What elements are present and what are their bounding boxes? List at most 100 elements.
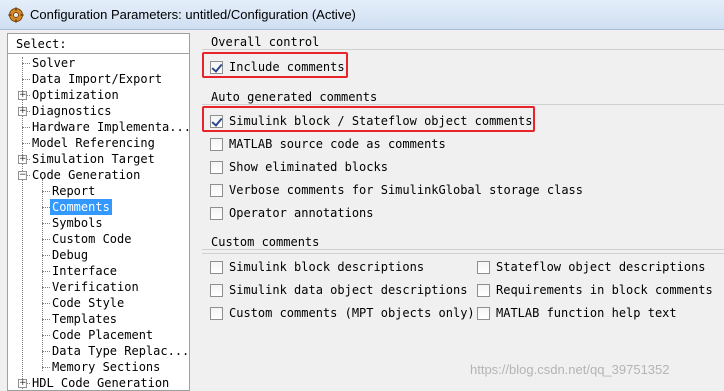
custom-comments-mpt-objects-only-row[interactable]: Custom comments (MPT objects only) xyxy=(210,304,475,322)
matlab-source-code-as-comments-row[interactable]: MATLAB source code as comments xyxy=(210,135,446,153)
tree-item-label: Solver xyxy=(32,56,76,70)
verbose-comments-for-simulinkglobal-storage-class-checkbox[interactable] xyxy=(210,183,223,197)
watermark: https://blog.csdn.net/qq_39751352 xyxy=(470,362,670,377)
tree-connector xyxy=(42,271,50,272)
tree-header-label: Select: xyxy=(16,37,67,51)
show-eliminated-blocks-row[interactable]: Show eliminated blocks xyxy=(210,158,388,176)
tree-connector xyxy=(22,79,30,80)
tree-connector xyxy=(22,143,30,144)
custom-comments-group xyxy=(202,249,724,250)
tree-item-hdl-code-generation[interactable]: HDL Code Generation xyxy=(30,375,171,390)
custom-comments-mpt-objects-only-checkbox[interactable] xyxy=(210,306,223,320)
tree-item-label: Comments xyxy=(50,199,112,215)
tree-item-label: Simulation Target xyxy=(32,152,155,166)
requirements-in-block-comments-row[interactable]: Requirements in block comments xyxy=(477,281,713,299)
tree-item-data-import-export[interactable]: Data Import/Export xyxy=(30,71,164,87)
requirements-in-block-comments-label: Requirements in block comments xyxy=(496,283,713,297)
tree-item-hardware-implementa[interactable]: Hardware Implementa... xyxy=(30,119,190,135)
tree-connector xyxy=(42,303,50,304)
tree-item-label: Hardware Implementa... xyxy=(32,120,190,134)
tree-item-memory-sections[interactable]: Memory Sections xyxy=(50,359,162,375)
overall-control-group xyxy=(202,49,724,50)
simulink-data-object-descriptions-label: Simulink data object descriptions xyxy=(229,283,468,297)
stateflow-object-descriptions-row[interactable]: Stateflow object descriptions xyxy=(477,258,706,276)
tree-item-label: Optimization xyxy=(32,88,119,102)
tree-item-label: Data Import/Export xyxy=(32,72,163,86)
tree-item-label: HDL Code Generation xyxy=(32,376,170,390)
tree-item-comments[interactable]: Comments xyxy=(50,199,112,215)
tree-item-code-placement[interactable]: Code Placement xyxy=(50,327,155,343)
tree-item-label: Custom Code xyxy=(52,232,132,246)
tree-connector xyxy=(42,207,50,208)
simulink-block-stateflow-object-comments-checkbox[interactable] xyxy=(210,114,223,128)
matlab-source-code-as-comments-checkbox[interactable] xyxy=(210,137,223,151)
expand-icon[interactable]: + xyxy=(18,91,27,100)
expand-icon[interactable]: + xyxy=(18,155,27,164)
verbose-comments-for-simulinkglobal-storage-class-label: Verbose comments for SimulinkGlobal stor… xyxy=(229,183,584,197)
show-eliminated-blocks-label: Show eliminated blocks xyxy=(229,160,388,174)
tree-item-optimization[interactable]: Optimization xyxy=(30,87,121,103)
tree-item-diagnostics[interactable]: Diagnostics xyxy=(30,103,113,119)
simulink-data-object-descriptions-row[interactable]: Simulink data object descriptions xyxy=(210,281,467,299)
simulink-block-descriptions-checkbox[interactable] xyxy=(210,260,223,274)
custom-comments-title: Custom comments xyxy=(208,235,323,249)
tree-item-label: Verification xyxy=(52,280,139,294)
stateflow-object-descriptions-label: Stateflow object descriptions xyxy=(496,260,706,274)
simulink-block-stateflow-object-comments-row[interactable]: Simulink block / Stateflow object commen… xyxy=(210,112,532,130)
tree-item-symbols[interactable]: Symbols xyxy=(50,215,105,231)
tree-item-debug[interactable]: Debug xyxy=(50,247,90,263)
tree-connector xyxy=(22,127,30,128)
requirements-in-block-comments-checkbox[interactable] xyxy=(477,283,490,297)
tree-item-custom-code[interactable]: Custom Code xyxy=(50,231,133,247)
tree-item-model-referencing[interactable]: Model Referencing xyxy=(30,135,157,151)
tree-item-label: Memory Sections xyxy=(52,360,161,374)
tree-header: Select: xyxy=(8,34,189,54)
tree-item-simulation-target[interactable]: Simulation Target xyxy=(30,151,157,167)
operator-annotations-label: Operator annotations xyxy=(229,206,374,220)
tree-item-label: Model Referencing xyxy=(32,136,155,150)
simulink-settings-icon xyxy=(8,7,24,23)
simulink-block-stateflow-object-comments-label: Simulink block / Stateflow object commen… xyxy=(229,114,533,128)
tree-item-solver[interactable]: Solver xyxy=(30,55,77,71)
matlab-function-help-text-row[interactable]: MATLAB function help text xyxy=(477,304,677,322)
expand-icon[interactable]: + xyxy=(18,379,27,388)
tree-item-templates[interactable]: Templates xyxy=(50,311,119,327)
collapse-icon[interactable]: − xyxy=(18,171,27,180)
tree-item-interface[interactable]: Interface xyxy=(50,263,119,279)
tree-item-code-generation[interactable]: Code Generation xyxy=(30,167,142,183)
tree-item-data-type-replac[interactable]: Data Type Replac... xyxy=(50,343,190,359)
show-eliminated-blocks-checkbox[interactable] xyxy=(210,160,223,174)
tree-item-label: Templates xyxy=(52,312,118,326)
operator-annotations-checkbox[interactable] xyxy=(210,206,223,220)
tree-item-report[interactable]: Report xyxy=(50,183,97,199)
simulink-block-descriptions-label: Simulink block descriptions xyxy=(229,260,425,274)
highlight-include-comments xyxy=(202,52,348,78)
matlab-function-help-text-checkbox[interactable] xyxy=(477,306,490,320)
expand-icon[interactable]: + xyxy=(18,107,27,116)
window-title-bar[interactable]: Configuration Parameters: untitled/Confi… xyxy=(0,0,724,30)
tree-item-label: Code Placement xyxy=(52,328,154,342)
stateflow-object-descriptions-checkbox[interactable] xyxy=(477,260,490,274)
operator-annotations-row[interactable]: Operator annotations xyxy=(210,204,374,222)
tree-item-label: Symbols xyxy=(52,216,103,230)
comments-settings-panel: Overall control Include comments Auto ge… xyxy=(198,30,724,391)
tree-connector xyxy=(42,351,50,352)
tree-connector xyxy=(42,367,50,368)
auto-generated-title: Auto generated comments xyxy=(208,90,381,104)
tree-connector xyxy=(22,63,30,64)
matlab-source-code-as-comments-label: MATLAB source code as comments xyxy=(229,137,446,151)
custom-comments-mpt-objects-only-label: Custom comments (MPT objects only) xyxy=(229,306,475,320)
select-tree-panel[interactable]: Select: Solver Data Import/Export + Optimiz… xyxy=(7,33,190,391)
tree-item-label: Debug xyxy=(52,248,89,262)
overall-control-title: Overall control xyxy=(208,35,323,49)
simulink-block-descriptions-row[interactable]: Simulink block descriptions xyxy=(210,258,424,276)
tree-connector xyxy=(42,287,50,288)
tree-item-label: Data Type Replac... xyxy=(52,344,190,358)
tree-item-label: Interface xyxy=(52,264,118,278)
tree-item-verification[interactable]: Verification xyxy=(50,279,141,295)
verbose-comments-for-simulinkglobal-storage-class-row[interactable]: Verbose comments for SimulinkGlobal stor… xyxy=(210,181,583,199)
tree-item-code-style[interactable]: Code Style xyxy=(50,295,126,311)
tree-item-label: Code Generation xyxy=(32,168,141,182)
tree-connector xyxy=(42,319,50,320)
simulink-data-object-descriptions-checkbox[interactable] xyxy=(210,283,223,297)
